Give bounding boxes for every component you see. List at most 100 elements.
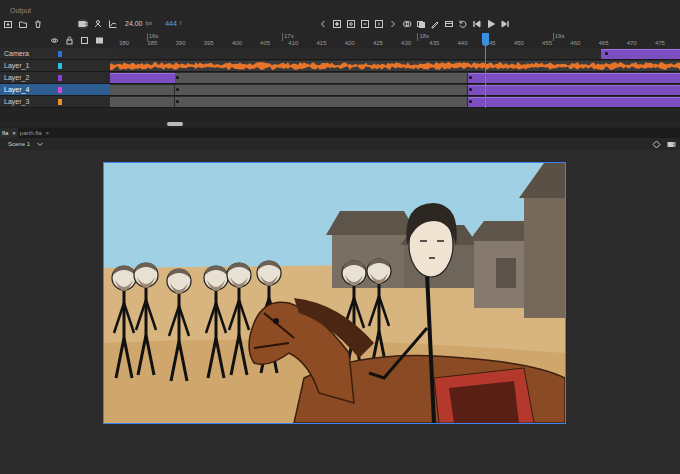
scrollbar-track[interactable] bbox=[0, 122, 680, 127]
center-stage-icon[interactable] bbox=[652, 140, 661, 149]
remove-frame-icon[interactable] bbox=[374, 19, 384, 29]
layer-depth-icon[interactable] bbox=[93, 19, 103, 29]
frame-label: 425 bbox=[373, 40, 383, 47]
outline-icon[interactable] bbox=[80, 36, 89, 45]
layer-name-cell[interactable]: Layer_2 bbox=[0, 72, 110, 83]
tween-span[interactable] bbox=[468, 85, 680, 95]
layer-header bbox=[0, 33, 110, 48]
frame-ruler[interactable]: 16s17s18s19s3803853903954004054104154204… bbox=[110, 33, 680, 48]
chevron-down-icon[interactable] bbox=[36, 140, 44, 148]
camera-icon[interactable] bbox=[78, 19, 88, 29]
frame-label: 410 bbox=[288, 40, 298, 47]
frame-label: 440 bbox=[457, 40, 467, 47]
layer-track[interactable] bbox=[110, 48, 680, 59]
frame-label: 475 bbox=[655, 40, 665, 47]
new-folder-icon[interactable] bbox=[18, 19, 28, 29]
tween-span[interactable] bbox=[601, 49, 680, 59]
second-label: 16s bbox=[149, 33, 159, 40]
camera-tool-icon[interactable] bbox=[667, 140, 676, 149]
layer-color-swatch bbox=[58, 75, 62, 81]
layer-color-swatch bbox=[58, 63, 62, 69]
visibility-icon[interactable] bbox=[50, 36, 59, 45]
frame-label: 420 bbox=[345, 40, 355, 47]
go-first-icon[interactable] bbox=[472, 19, 482, 29]
timeline: 16s17s18s19s3803853903954004054104154204… bbox=[0, 33, 680, 108]
frame-label: 465 bbox=[598, 40, 608, 47]
highlight-icon[interactable] bbox=[95, 36, 104, 45]
document-tabs: fla×parth.fla× bbox=[0, 128, 680, 138]
keyframe-dot[interactable] bbox=[176, 76, 179, 79]
loop-range-icon[interactable] bbox=[458, 19, 468, 29]
tween-span[interactable] bbox=[468, 73, 680, 83]
playhead-handle[interactable] bbox=[482, 33, 489, 46]
next-keyframe-icon[interactable] bbox=[388, 19, 398, 29]
playback-controls bbox=[318, 19, 510, 29]
onion-outline-icon[interactable] bbox=[416, 19, 426, 29]
layer-track[interactable] bbox=[110, 96, 680, 107]
insert-blank-icon[interactable] bbox=[346, 19, 356, 29]
layer-row[interactable]: Layer_1 bbox=[0, 60, 680, 72]
layer-row[interactable]: Layer_4 bbox=[0, 84, 680, 96]
graph-icon[interactable] bbox=[108, 19, 118, 29]
frame-unit: f bbox=[180, 20, 181, 28]
playhead-line bbox=[485, 46, 486, 108]
second-tick bbox=[417, 33, 418, 41]
animation-frame-icon bbox=[104, 163, 565, 423]
layer-name-cell[interactable]: Layer_3 bbox=[0, 96, 110, 107]
keyframe-dot[interactable] bbox=[176, 88, 179, 91]
frame-label: 415 bbox=[316, 40, 326, 47]
keyframe-dot[interactable] bbox=[605, 52, 608, 55]
static-span[interactable] bbox=[110, 85, 175, 95]
scrollbar-thumb[interactable] bbox=[167, 122, 183, 126]
playhead[interactable] bbox=[481, 33, 489, 108]
document-tab[interactable]: fla× bbox=[0, 128, 18, 138]
static-span[interactable] bbox=[175, 73, 468, 83]
tween-span[interactable] bbox=[468, 97, 680, 107]
layer-row[interactable]: Camera bbox=[0, 48, 680, 60]
static-span[interactable] bbox=[175, 97, 468, 107]
layer-name: Layer_3 bbox=[4, 98, 58, 106]
static-span[interactable] bbox=[175, 85, 468, 95]
prev-keyframe-icon[interactable] bbox=[318, 19, 328, 29]
second-label: 17s bbox=[284, 33, 294, 40]
current-frame: 444 bbox=[165, 19, 177, 30]
layer-name-cell[interactable]: Layer_1 bbox=[0, 60, 110, 71]
frame-label: 470 bbox=[627, 40, 637, 47]
loop-icon[interactable] bbox=[444, 19, 454, 29]
tab-label: fla bbox=[2, 130, 8, 137]
play-icon[interactable] bbox=[486, 19, 496, 29]
tween-span[interactable] bbox=[110, 73, 175, 83]
insert-keyframe-icon[interactable] bbox=[332, 19, 342, 29]
keyframe-dot[interactable] bbox=[176, 100, 179, 103]
frame-label: 460 bbox=[570, 40, 580, 47]
layer-row[interactable]: Layer_3 bbox=[0, 96, 680, 108]
frame-label: 450 bbox=[514, 40, 524, 47]
edit-multiple-icon[interactable] bbox=[430, 19, 440, 29]
frame-label: 400 bbox=[232, 40, 242, 47]
scene-label: Scene 1 bbox=[8, 141, 30, 148]
new-layer-icon[interactable] bbox=[3, 19, 13, 29]
audio-span[interactable] bbox=[110, 61, 680, 71]
toolbar-row: 24.00fps444f bbox=[0, 15, 680, 33]
go-last-icon[interactable] bbox=[500, 19, 510, 29]
tab-label: parth.fla bbox=[20, 130, 42, 137]
frame-label: 430 bbox=[401, 40, 411, 47]
stage-canvas[interactable] bbox=[104, 163, 565, 423]
document-tab[interactable]: parth.fla× bbox=[18, 128, 51, 138]
delete-icon[interactable] bbox=[33, 19, 43, 29]
lock-icon[interactable] bbox=[65, 36, 74, 45]
frame-label: 390 bbox=[175, 40, 185, 47]
frame-label: 445 bbox=[486, 40, 496, 47]
frame-label: 395 bbox=[204, 40, 214, 47]
output-row: Output bbox=[0, 0, 680, 15]
layer-track[interactable] bbox=[110, 72, 680, 83]
layer-track[interactable] bbox=[110, 60, 680, 71]
layer-name-cell[interactable]: Layer_4 bbox=[0, 84, 110, 95]
layer-track[interactable] bbox=[110, 84, 680, 95]
layer-name-cell[interactable]: Camera bbox=[0, 48, 110, 59]
layer-row[interactable]: Layer_2 bbox=[0, 72, 680, 84]
static-span[interactable] bbox=[110, 97, 175, 107]
scene-selector[interactable]: Scene 1 bbox=[8, 140, 44, 148]
onion-skin-icon[interactable] bbox=[402, 19, 412, 29]
insert-frame-icon[interactable] bbox=[360, 19, 370, 29]
